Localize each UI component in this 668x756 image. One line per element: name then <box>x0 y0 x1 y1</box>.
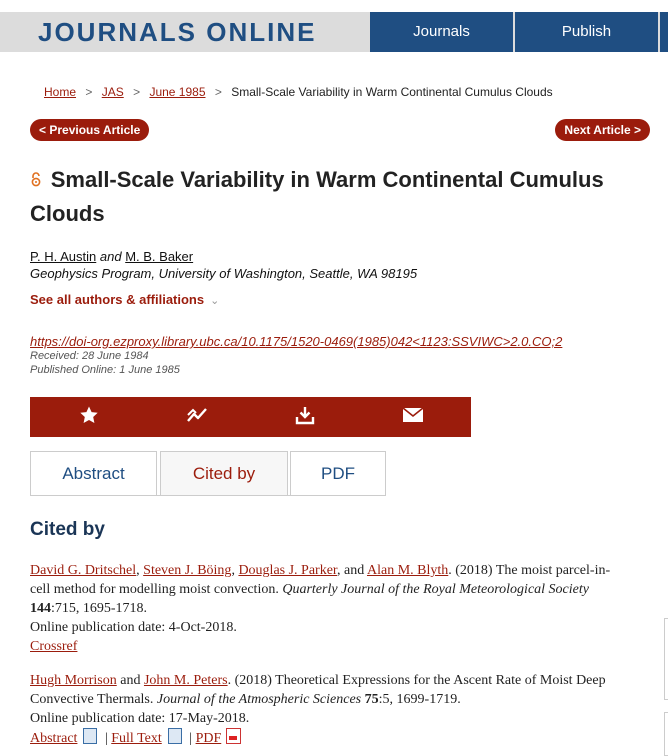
top-header: JOURNALS ONLINE Journals Publish <box>0 12 668 52</box>
citation-volume: 75 <box>364 692 379 707</box>
breadcrumb-separator: > <box>214 85 222 99</box>
pdf-link[interactable]: PDF <box>196 731 222 746</box>
article-title: Small-Scale Variability in Warm Continen… <box>30 164 640 230</box>
citation-conjunction: and <box>120 673 141 688</box>
crossref-link[interactable]: Crossref <box>30 639 77 654</box>
abstract-link[interactable]: Abstract <box>30 731 77 746</box>
citation-pages: :5, 1699-1719. <box>378 692 461 707</box>
citation-journal: Quarterly Journal of the Royal Meteorolo… <box>282 582 589 597</box>
tab-pdf[interactable]: PDF <box>290 451 386 496</box>
authors: P. H. Austin and M. B. Baker <box>30 249 193 264</box>
citation-pages: :715, 1695-1718. <box>51 601 148 616</box>
author-link[interactable]: P. H. Austin <box>30 249 96 264</box>
article-title-text: Small-Scale Variability in Warm Continen… <box>30 167 604 226</box>
citation-conjunction: and <box>344 563 365 578</box>
next-article-button[interactable]: Next Article > <box>555 119 650 141</box>
authors-conjunction: and <box>99 249 122 264</box>
tab-cited-by[interactable]: Cited by <box>160 451 288 496</box>
article-toolbar <box>30 397 471 437</box>
citation-author-link[interactable]: Douglas J. Parker <box>238 563 337 578</box>
download-button[interactable] <box>250 397 360 437</box>
received-date: Received: 28 June 1984 <box>30 350 149 362</box>
breadcrumb-jas[interactable]: JAS <box>102 85 124 99</box>
citation-item: David G. Dritschel, Steven J. Böing, Dou… <box>30 561 630 656</box>
pdf-icon[interactable] <box>226 728 242 744</box>
cited-by-heading: Cited by <box>30 519 105 540</box>
full-text-link[interactable]: Full Text <box>111 731 162 746</box>
nav-publish[interactable]: Publish <box>515 12 658 52</box>
full-text-doc-icon[interactable] <box>167 728 182 744</box>
citation-volume: 144 <box>30 601 51 616</box>
side-widget-edge <box>664 618 668 700</box>
open-access-icon <box>30 172 47 191</box>
metrics-button[interactable] <box>142 397 252 437</box>
tab-divider <box>30 495 385 496</box>
citation-author-link[interactable]: David G. Dritschel <box>30 563 136 578</box>
citation-author-link[interactable]: Hugh Morrison <box>30 673 117 688</box>
see-all-label: See all authors & affiliations <box>30 292 205 307</box>
site-logo[interactable]: JOURNALS ONLINE <box>38 17 316 48</box>
breadcrumb-issue[interactable]: June 1985 <box>149 85 205 99</box>
breadcrumb-home[interactable]: Home <box>44 85 76 99</box>
author-link[interactable]: M. B. Baker <box>125 249 193 264</box>
email-icon <box>402 406 424 428</box>
tab-abstract[interactable]: Abstract <box>30 451 157 496</box>
link-separator: | <box>189 731 193 746</box>
chevron-down-icon: ⌄ <box>210 295 220 307</box>
download-icon <box>295 405 315 430</box>
previous-article-button[interactable]: < Previous Article <box>30 119 150 141</box>
citation-author-link[interactable]: Steven J. Böing <box>143 563 231 578</box>
email-button[interactable] <box>358 397 468 437</box>
nav-overflow[interactable] <box>660 12 668 52</box>
citation-item: Hugh Morrison and John M. Peters. (2018)… <box>30 671 630 748</box>
breadcrumb: Home > JAS > June 1985 > Small-Scale Var… <box>44 85 553 99</box>
favorite-button[interactable] <box>34 397 144 437</box>
citation-journal: Journal of the Atmospheric Sciences <box>156 692 362 707</box>
nav-journals[interactable]: Journals <box>370 12 513 52</box>
metrics-icon <box>186 405 208 430</box>
link-separator: | <box>104 731 108 746</box>
breadcrumb-separator: > <box>133 85 141 99</box>
citation-online-date: Online publication date: 17-May-2018. <box>30 711 250 726</box>
article-dates: Received: 28 June 1984 Published Online:… <box>30 349 180 377</box>
published-date: Published Online: 1 June 1985 <box>30 364 180 376</box>
abstract-doc-icon[interactable] <box>83 728 98 744</box>
breadcrumb-separator: > <box>85 85 93 99</box>
citation-author-link[interactable]: Alan M. Blyth <box>367 563 448 578</box>
star-icon <box>79 405 99 430</box>
side-widget-edge <box>664 712 668 756</box>
citation-online-date: Online publication date: 4-Oct-2018. <box>30 620 237 635</box>
affiliation: Geophysics Program, University of Washin… <box>30 266 418 281</box>
see-all-authors-link[interactable]: See all authors & affiliations ⌄ <box>30 292 219 307</box>
citation-author-link[interactable]: John M. Peters <box>144 673 228 688</box>
citation-links: Abstract | Full Text | PDF <box>30 728 630 748</box>
breadcrumb-current: Small-Scale Variability in Warm Continen… <box>231 85 553 99</box>
doi-link[interactable]: https://doi-org.ezproxy.library.ubc.ca/1… <box>30 334 562 349</box>
